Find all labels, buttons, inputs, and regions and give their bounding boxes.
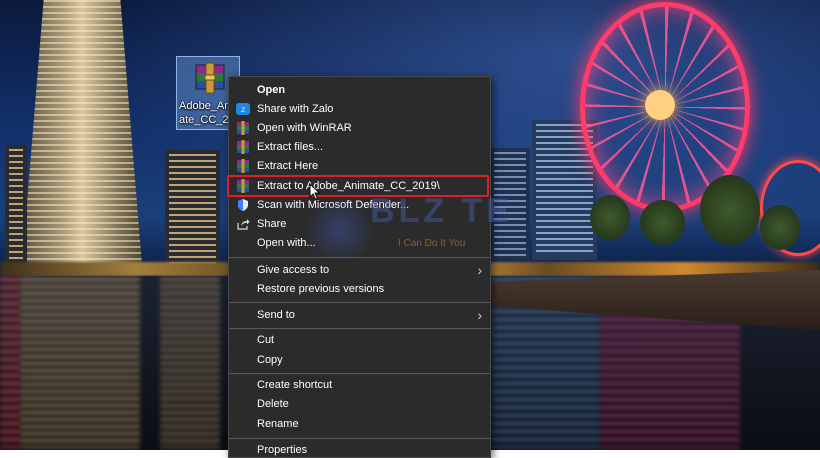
winrar-archive-icon bbox=[195, 62, 225, 94]
menu-separator bbox=[229, 257, 490, 258]
winrar-icon bbox=[236, 140, 250, 154]
building bbox=[165, 150, 220, 268]
menu-item-label: Open bbox=[257, 84, 286, 96]
building bbox=[5, 145, 27, 265]
menu-item-label: Create shortcut bbox=[257, 379, 333, 391]
menu-item-open[interactable]: Open bbox=[229, 81, 490, 100]
menu-item-copy[interactable]: Copy bbox=[229, 351, 490, 370]
menu-item-extract-files[interactable]: Extract files... bbox=[229, 138, 490, 157]
menu-item-share[interactable]: Share bbox=[229, 215, 490, 234]
water-reflection bbox=[0, 278, 20, 448]
winrar-icon bbox=[236, 159, 250, 173]
menu-item-delete[interactable]: Delete bbox=[229, 395, 490, 414]
menu-item-label: Share bbox=[257, 218, 287, 230]
share-icon bbox=[236, 217, 250, 231]
menu-item-extract-here[interactable]: Extract Here bbox=[229, 157, 490, 176]
menu-item-label: Delete bbox=[257, 398, 289, 410]
mouse-cursor-icon bbox=[309, 183, 321, 201]
menu-item-label: Open with... bbox=[257, 237, 316, 249]
defender-shield-icon bbox=[236, 198, 250, 212]
menu-item-cut[interactable]: Cut bbox=[229, 331, 490, 350]
menu-item-open-with-winrar[interactable]: Open with WinRAR bbox=[229, 119, 490, 138]
menu-item-label: Extract files... bbox=[257, 141, 324, 153]
menu-item-label: Give access to bbox=[257, 264, 330, 276]
menu-item-label: Properties bbox=[257, 444, 308, 456]
water-reflection bbox=[20, 278, 140, 448]
menu-item-label: Scan with Microsoft Defender... bbox=[257, 199, 410, 211]
menu-item-restore-previous-versions[interactable]: Restore previous versions bbox=[229, 280, 490, 299]
ferris-wheel-hub bbox=[645, 90, 675, 120]
building bbox=[490, 148, 530, 260]
water-reflection bbox=[160, 278, 220, 448]
tree bbox=[590, 195, 630, 240]
context-menu: Open Z Share with Zalo Open with WinRAR … bbox=[228, 76, 491, 458]
svg-text:Z: Z bbox=[241, 107, 245, 114]
menu-item-label: Open with WinRAR bbox=[257, 122, 352, 134]
menu-item-share-with-zalo[interactable]: Z Share with Zalo bbox=[229, 100, 490, 119]
menu-separator bbox=[229, 302, 490, 303]
chevron-right-icon: › bbox=[477, 262, 482, 278]
menu-item-label: Extract Here bbox=[257, 160, 319, 172]
menu-item-label: Share with Zalo bbox=[257, 103, 334, 115]
zalo-icon: Z bbox=[236, 102, 250, 116]
menu-item-create-shortcut[interactable]: Create shortcut bbox=[229, 376, 490, 395]
menu-item-label: Restore previous versions bbox=[257, 283, 385, 295]
menu-separator bbox=[229, 438, 490, 439]
winrar-icon bbox=[236, 121, 250, 135]
tree bbox=[640, 200, 685, 245]
tree bbox=[760, 205, 800, 250]
menu-item-label: Copy bbox=[257, 354, 283, 366]
menu-item-rename[interactable]: Rename bbox=[229, 415, 490, 434]
menu-item-open-with[interactable]: Open with... bbox=[229, 234, 490, 253]
menu-separator bbox=[229, 328, 490, 329]
menu-item-send-to[interactable]: Send to › bbox=[229, 306, 490, 325]
menu-separator bbox=[229, 373, 490, 374]
menu-item-label: Send to bbox=[257, 309, 295, 321]
highlight-box bbox=[227, 175, 489, 197]
menu-item-scan-defender[interactable]: Scan with Microsoft Defender... bbox=[229, 196, 490, 215]
menu-item-label: Rename bbox=[257, 418, 299, 430]
menu-item-label: Cut bbox=[257, 334, 275, 346]
chevron-right-icon: › bbox=[477, 307, 482, 323]
menu-item-give-access-to[interactable]: Give access to › bbox=[229, 261, 490, 280]
tree bbox=[700, 175, 760, 245]
